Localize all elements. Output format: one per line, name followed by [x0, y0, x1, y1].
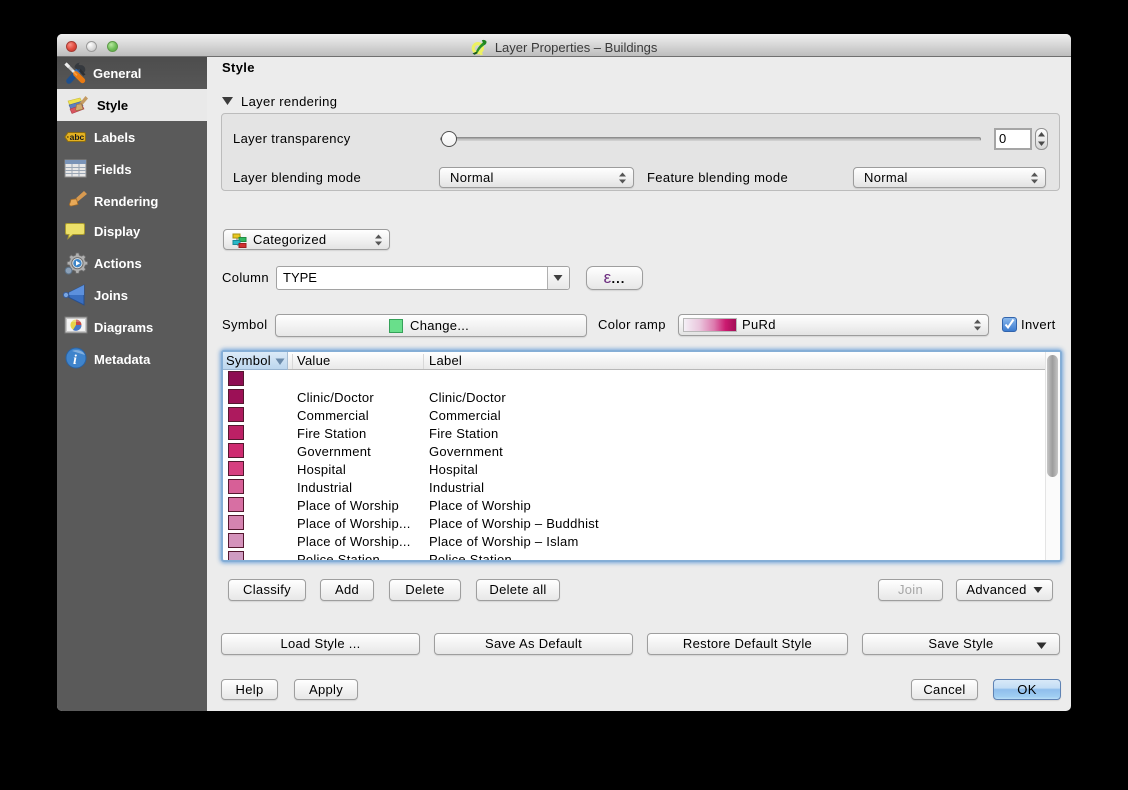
- svg-text:abc: abc: [70, 132, 85, 142]
- svg-text:i: i: [73, 353, 77, 368]
